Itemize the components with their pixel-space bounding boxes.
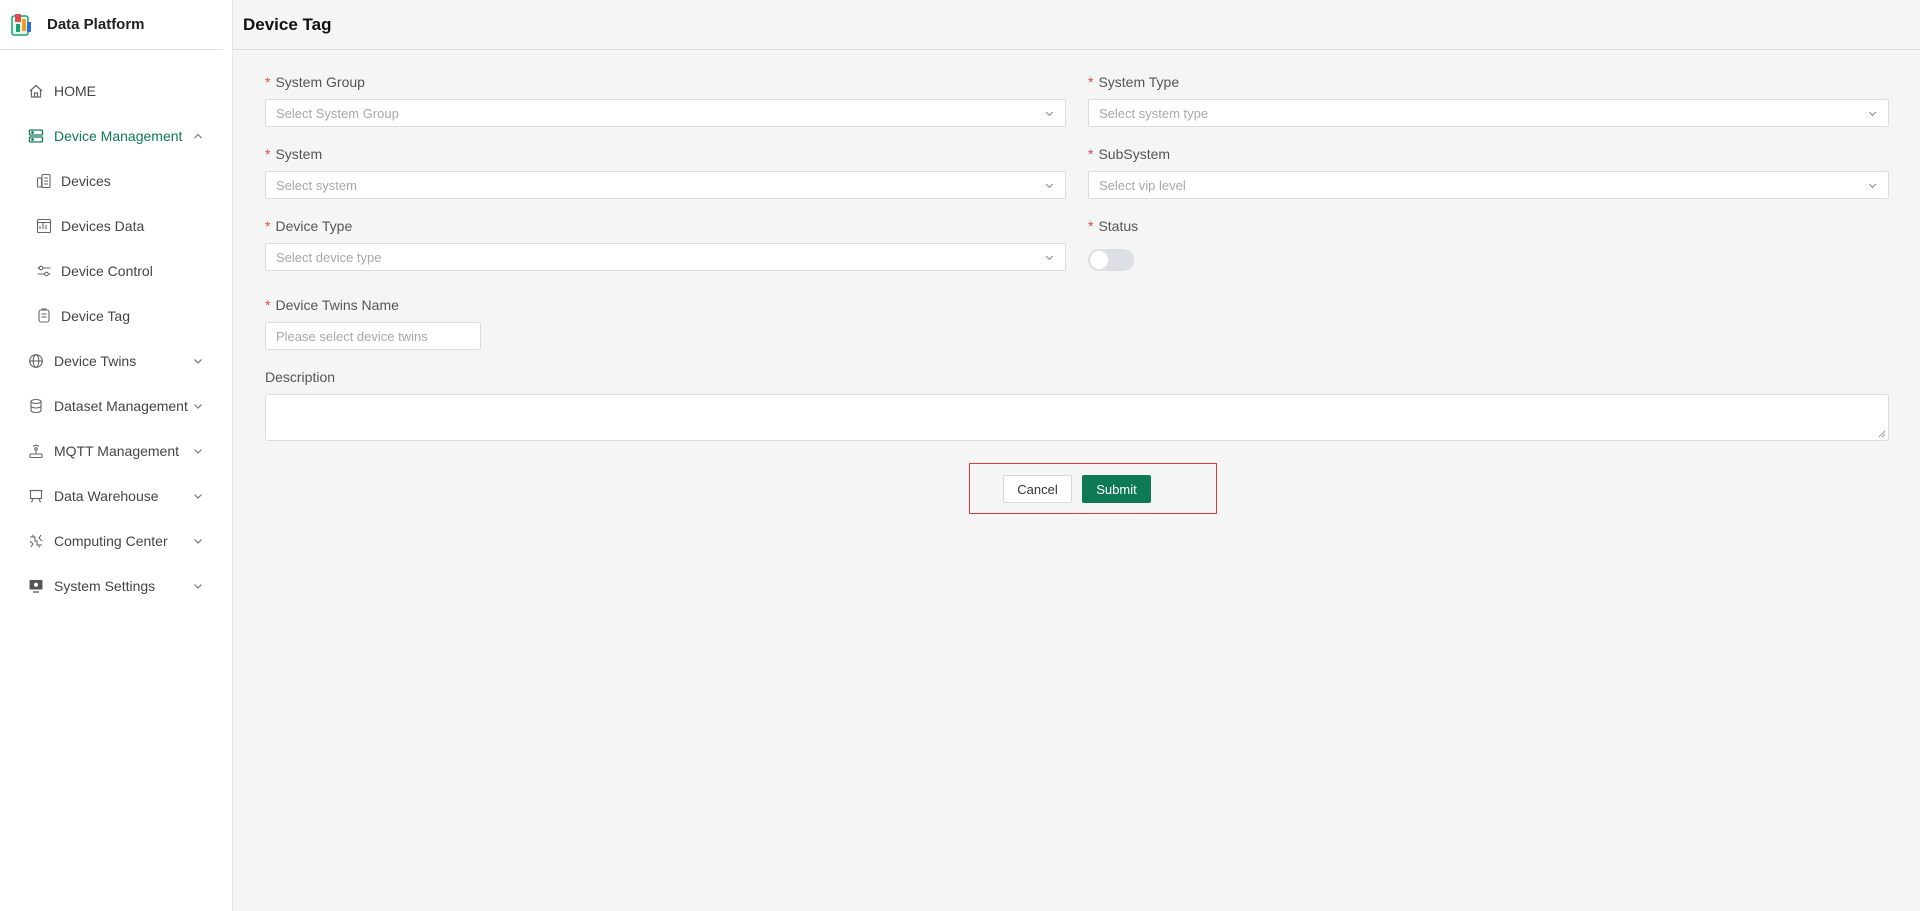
sidebar-item-home[interactable]: HOME (0, 68, 232, 113)
field-label: * System Type (1088, 74, 1180, 90)
sidebar-item-dataset-management[interactable]: Dataset Management (0, 383, 232, 428)
subsystem-select[interactable]: Select vip level (1088, 171, 1889, 199)
monitor-icon (28, 578, 44, 594)
sidebar-item-device-management[interactable]: Device Management (0, 113, 232, 158)
field-label: * SubSystem (1088, 146, 1171, 162)
compute-icon (28, 533, 44, 549)
sidebar-item-label: Devices Data (61, 217, 145, 234)
database-icon (28, 398, 44, 414)
sidebar-item-system-settings[interactable]: System Settings (0, 563, 232, 608)
sidebar-item-device-twins[interactable]: Device Twins (0, 338, 232, 383)
sidebar-item-label: Device Tag (61, 307, 131, 324)
toggle-knob (1090, 251, 1108, 269)
chevron-down-icon (1045, 111, 1054, 117)
field-label: Description (265, 369, 336, 385)
chevron-down-icon (194, 358, 202, 364)
chevron-down-icon (1868, 183, 1877, 189)
system-select[interactable]: Select system (265, 171, 1066, 199)
chevron-down-icon (194, 538, 202, 544)
home-icon (28, 83, 44, 99)
field-label: * Device Type (265, 218, 353, 234)
app-logo-icon (11, 13, 33, 37)
select-placeholder: Select device type (276, 249, 382, 265)
required-mark: * (1088, 146, 1094, 162)
easel-icon (28, 488, 44, 504)
sidebar-item-devices-data[interactable]: Devices Data (0, 203, 232, 248)
resize-grip-icon[interactable] (1878, 430, 1886, 438)
page-title: Device Tag (243, 14, 332, 34)
field-label: * Device Twins Name (265, 297, 399, 313)
select-placeholder: Select System Group (276, 105, 399, 121)
sidebar-item-data-warehouse[interactable]: Data Warehouse (0, 473, 232, 518)
required-mark: * (1088, 218, 1094, 234)
status-toggle[interactable] (1088, 249, 1134, 271)
subsystem-field: * SubSystem Select vip level (1088, 144, 1889, 199)
chart-doc-icon (36, 218, 52, 234)
system-group-select[interactable]: Select System Group (265, 99, 1066, 127)
sidebar-menu: HOME Device Management Devices Devices D… (0, 68, 232, 608)
app-title: Data Platform (47, 16, 145, 33)
device-twins-name-input[interactable]: Please select device twins (265, 322, 481, 350)
sidebar-item-label: Dataset Management (54, 397, 188, 414)
tag-icon (36, 307, 52, 324)
required-mark: * (1088, 74, 1094, 90)
chevron-down-icon (194, 403, 202, 409)
field-label: * Status (1088, 218, 1139, 234)
antenna-icon (28, 443, 44, 459)
sidebar-item-label: Device Management (54, 127, 183, 144)
system-group-field: * System Group Select System Group (265, 72, 1066, 127)
chevron-down-icon (1045, 255, 1054, 261)
sidebar-item-label: Data Warehouse (54, 487, 159, 504)
server-icon (28, 128, 44, 144)
devices-icon (36, 173, 52, 189)
description-textarea[interactable] (265, 394, 1889, 441)
sidebar-item-devices[interactable]: Devices (0, 158, 232, 203)
required-mark: * (265, 146, 271, 162)
sidebar: Data Platform HOME Device Management Dev… (0, 0, 233, 911)
sidebar-item-label: Computing Center (54, 532, 168, 549)
system-field: * System Select system (265, 144, 1066, 199)
required-mark: * (265, 297, 271, 313)
device-twins-name-field: * Device Twins Name Please select device … (265, 295, 481, 350)
field-label: * System (265, 146, 323, 162)
sidebar-item-mqtt-management[interactable]: MQTT Management (0, 428, 232, 473)
chevron-down-icon (1045, 183, 1054, 189)
page-header: Device Tag (233, 0, 1920, 50)
brand: Data Platform (0, 0, 223, 50)
device-type-field: * Device Type Select device type (265, 216, 1066, 271)
chevron-down-icon (1868, 111, 1877, 117)
device-type-select[interactable]: Select device type (265, 243, 1066, 271)
sidebar-item-label: System Settings (54, 577, 156, 594)
chevron-up-icon (194, 133, 202, 138)
submit-button[interactable]: Submit (1082, 475, 1151, 503)
system-type-select[interactable]: Select system type (1088, 99, 1889, 127)
status-field: * Status (1088, 216, 1288, 271)
sidebar-item-device-control[interactable]: Device Control (0, 248, 232, 293)
cancel-button[interactable]: Cancel (1003, 475, 1072, 503)
select-placeholder: Select system (276, 177, 357, 193)
sidebar-item-computing-center[interactable]: Computing Center (0, 518, 232, 563)
description-field: Description (265, 367, 1889, 441)
system-type-field: * System Type Select system type (1088, 72, 1889, 127)
select-placeholder: Select system type (1099, 105, 1209, 121)
required-mark: * (265, 74, 271, 90)
sidebar-item-device-tag[interactable]: Device Tag (0, 293, 232, 338)
sliders-icon (36, 263, 52, 279)
sidebar-item-label: Device Control (61, 262, 153, 279)
globe-icon (28, 353, 44, 369)
required-mark: * (265, 218, 271, 234)
chevron-down-icon (194, 583, 202, 589)
chevron-down-icon (194, 448, 202, 454)
sidebar-item-label: HOME (54, 82, 96, 99)
sidebar-item-label: MQTT Management (54, 442, 180, 459)
select-placeholder: Select vip level (1099, 177, 1186, 193)
sidebar-item-label: Devices (61, 172, 111, 189)
sidebar-item-label: Device Twins (54, 352, 137, 369)
field-label: * System Group (265, 74, 365, 90)
input-placeholder: Please select device twins (276, 328, 428, 344)
chevron-down-icon (194, 493, 202, 499)
